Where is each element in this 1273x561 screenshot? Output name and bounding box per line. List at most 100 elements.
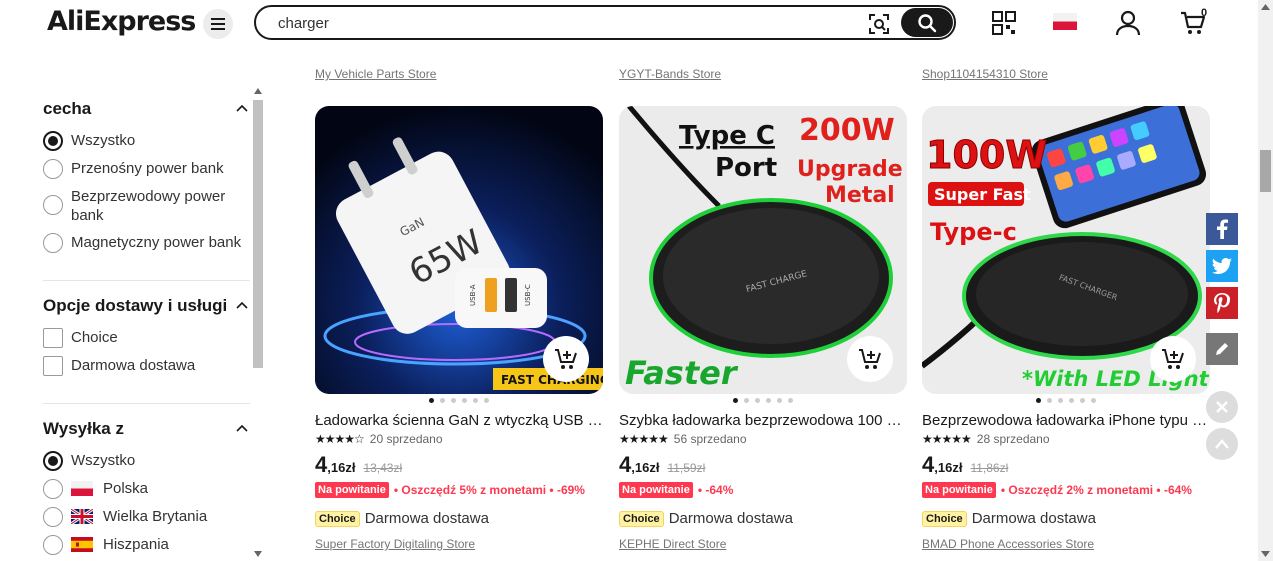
image-carousel-dots[interactable]	[315, 398, 603, 403]
close-icon	[1216, 401, 1228, 413]
radio[interactable]	[43, 233, 63, 253]
option-label: Polska	[103, 480, 149, 497]
filter-option[interactable]: Darmowa dostawa	[43, 356, 195, 376]
add-to-cart-button[interactable]	[847, 336, 893, 382]
poland-flag-icon[interactable]	[1053, 13, 1077, 30]
filter-group-title[interactable]: Opcje dostawy i usługi	[43, 296, 227, 316]
store-link[interactable]: YGYT-Bands Store	[619, 67, 721, 81]
product-card[interactable]: 65W GaN USB-A USB-C FAST CHARGING Ładowa…	[315, 106, 603, 551]
add-to-cart-button[interactable]	[543, 336, 589, 382]
radio-selected[interactable]	[43, 451, 63, 471]
uk-flag-icon	[71, 509, 93, 524]
hamburger-icon	[211, 18, 225, 30]
product-title[interactable]: Bezprzewodowa ładowarka iPhone typu C ..…	[922, 412, 1210, 429]
divider	[43, 403, 250, 404]
image-text: Metal	[825, 183, 895, 208]
filter-option[interactable]: Wszystko	[43, 131, 135, 151]
filter-option[interactable]: Polska	[43, 479, 148, 499]
promo-text: • Oszczędź 2% z monetami • -64%	[1000, 483, 1192, 497]
scroll-up-icon[interactable]	[254, 88, 262, 94]
radio[interactable]	[43, 479, 63, 499]
pinterest-share-button[interactable]	[1206, 287, 1238, 319]
product-image[interactable]: 65W GaN USB-A USB-C FAST CHARGING	[315, 106, 603, 394]
promo-text: • -64%	[697, 483, 734, 497]
twitter-share-button[interactable]	[1206, 250, 1238, 282]
choice-badge: Choice	[315, 510, 360, 527]
top-header: AliExpress 0	[0, 0, 1273, 48]
filter-option[interactable]: Magnetyczny power bank	[43, 233, 241, 253]
sidebar-scroll-thumb[interactable]	[253, 100, 263, 368]
cart-plus-icon	[1162, 349, 1184, 369]
store-link[interactable]: My Vehicle Parts Store	[315, 67, 436, 81]
image-text: Type C	[679, 121, 775, 151]
chevron-up-icon[interactable]	[236, 301, 248, 309]
qr-code-icon[interactable]	[991, 10, 1017, 36]
add-to-cart-button[interactable]	[1150, 336, 1196, 382]
radio[interactable]	[43, 535, 63, 555]
spain-flag-icon	[71, 537, 93, 552]
image-carousel-dots[interactable]	[922, 398, 1210, 403]
aliexpress-logo[interactable]: AliExpress	[47, 6, 196, 37]
product-price: 4,16zł 11,86zł	[922, 452, 1008, 478]
radio[interactable]	[43, 159, 63, 179]
filter-group-title[interactable]: cecha	[43, 99, 91, 119]
price-fraction: ,16zł	[934, 460, 963, 475]
product-image[interactable]: 100W Super Fast Type-c FAST CHARGER *Wit…	[922, 106, 1210, 394]
filter-option[interactable]: Hiszpania	[43, 535, 169, 555]
scroll-to-top-button[interactable]	[1206, 428, 1238, 460]
store-link[interactable]: Shop1104154310 Store	[922, 67, 1048, 81]
page-scroll-thumb[interactable]	[1260, 150, 1271, 192]
scroll-up-icon[interactable]	[1261, 4, 1270, 10]
chevron-up-icon[interactable]	[236, 104, 248, 112]
edit-share-button[interactable]	[1206, 333, 1238, 365]
filter-option[interactable]: Wielka Brytania	[43, 507, 207, 527]
product-title[interactable]: Ładowarka ścienna GaN z wtyczką USB C o.…	[315, 412, 603, 429]
checkbox[interactable]	[43, 328, 63, 348]
option-label: Wszystko	[71, 132, 136, 149]
product-card[interactable]: 100W Super Fast Type-c FAST CHARGER *Wit…	[922, 106, 1210, 551]
menu-button[interactable]	[203, 9, 233, 39]
scroll-down-icon[interactable]	[1261, 551, 1270, 557]
product-card[interactable]: Type C Port 200W Upgrade Metal FAST CHAR…	[619, 106, 907, 551]
product-rating: ★★★★★ 56 sprzedano	[619, 432, 747, 446]
radio[interactable]	[43, 195, 63, 215]
store-link[interactable]: KEPHE Direct Store	[619, 537, 726, 551]
facebook-share-button[interactable]	[1206, 213, 1238, 245]
product-price: 4,16zł 11,59zł	[619, 452, 705, 478]
radio[interactable]	[43, 507, 63, 527]
filter-group-title[interactable]: Wysyłka z	[43, 419, 124, 439]
filter-option[interactable]: Bezprzewodowy power bank	[43, 187, 243, 225]
scroll-down-icon[interactable]	[254, 551, 262, 557]
promo-line: Na powitanie • Oszczędź 2% z monetami • -…	[922, 482, 1192, 498]
store-link[interactable]: Super Factory Digitaling Store	[315, 537, 475, 551]
filter-option[interactable]: Przenośny power bank	[43, 159, 224, 179]
price-main: 4	[922, 452, 935, 477]
search-bar	[254, 5, 956, 40]
store-link[interactable]: BMAD Phone Accessories Store	[922, 537, 1094, 551]
image-text: Port	[715, 153, 777, 183]
option-label: Hiszpania	[103, 536, 169, 553]
option-label: Choice	[71, 329, 118, 346]
product-image[interactable]: Type C Port 200W Upgrade Metal FAST CHAR…	[619, 106, 907, 394]
shipping-info: Choice Darmowa dostawa	[619, 510, 793, 527]
chevron-up-icon[interactable]	[236, 424, 248, 432]
close-button[interactable]	[1206, 391, 1238, 423]
shipping-text: Darmowa dostawa	[971, 510, 1096, 527]
radio-selected[interactable]	[43, 131, 63, 151]
pinterest-icon	[1214, 293, 1230, 313]
filter-option[interactable]: Choice	[43, 328, 118, 348]
account-icon[interactable]	[1115, 10, 1141, 36]
checkbox[interactable]	[43, 356, 63, 376]
search-button[interactable]	[901, 8, 953, 37]
search-input[interactable]	[278, 13, 838, 33]
shipping-info: Choice Darmowa dostawa	[922, 510, 1096, 527]
image-text: Upgrade	[797, 157, 903, 182]
shipping-text: Darmowa dostawa	[668, 510, 793, 527]
price-main: 4	[315, 452, 328, 477]
filter-option[interactable]: Wszystko	[43, 451, 135, 471]
image-carousel-dots[interactable]	[619, 398, 907, 403]
image-search-icon[interactable]	[868, 13, 890, 35]
product-rating: ★★★★☆ 20 sprzedano	[315, 432, 443, 446]
page-scrollbar[interactable]	[1258, 0, 1273, 561]
product-title[interactable]: Szybka ładowarka bezprzewodowa 100 W ...	[619, 412, 907, 429]
